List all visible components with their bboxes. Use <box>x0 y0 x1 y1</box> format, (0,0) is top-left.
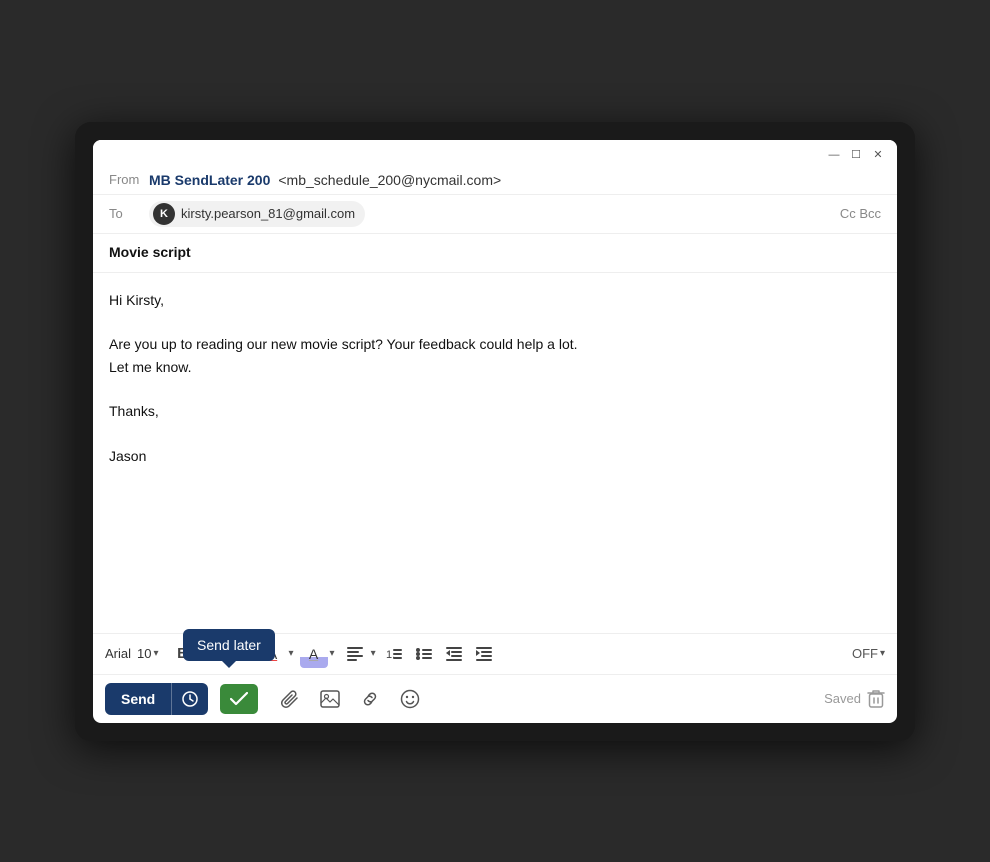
recipient-email: kirsty.pearson_81@gmail.com <box>181 206 355 221</box>
maximize-button[interactable]: ☐ <box>849 148 863 162</box>
body-line1: Are you up to reading our new movie scri… <box>109 333 881 355</box>
delete-button[interactable] <box>867 689 885 709</box>
window-shadow: — ☐ ✕ From MB SendLater 200 <mb_schedule… <box>75 122 915 741</box>
align-button[interactable] <box>341 640 369 668</box>
body-line2: Let me know. <box>109 356 881 378</box>
off-label: OFF <box>852 646 878 661</box>
title-bar-controls: — ☐ ✕ <box>827 148 885 162</box>
send-button-group: Send <box>105 683 208 715</box>
unordered-list-button[interactable] <box>410 640 438 668</box>
recipient-chip[interactable]: K kirsty.pearson_81@gmail.com <box>149 201 365 227</box>
to-row: To K kirsty.pearson_81@gmail.com Cc Bcc <box>93 194 897 233</box>
subject-row: Movie script <box>93 233 897 273</box>
indent-increase-button[interactable] <box>470 640 498 668</box>
send-label: Send <box>121 691 155 707</box>
font-name-label: Arial <box>105 646 131 661</box>
send-clock-button[interactable] <box>171 683 208 715</box>
close-button[interactable]: ✕ <box>871 148 885 162</box>
align-dropdown-icon[interactable]: ▾ <box>371 648 376 659</box>
sender-name: MB SendLater 200 <box>149 172 270 188</box>
send-row: Send later Send <box>93 674 897 723</box>
from-row: From MB SendLater 200 <mb_schedule_200@n… <box>93 166 897 194</box>
font-size-dropdown-icon[interactable]: ▾ <box>153 648 158 659</box>
send-button[interactable]: Send <box>105 683 171 715</box>
email-body[interactable]: Hi Kirsty, Are you up to reading our new… <box>93 273 897 633</box>
link-button[interactable] <box>354 683 386 715</box>
highlight-dropdown-icon[interactable]: ▾ <box>330 648 335 659</box>
attach-button[interactable] <box>274 683 306 715</box>
highlight-button[interactable]: A <box>300 640 328 668</box>
email-window: — ☐ ✕ From MB SendLater 200 <mb_schedule… <box>93 140 897 723</box>
font-size-label: 10 ▾ <box>137 646 159 661</box>
body-signature: Jason <box>109 445 881 467</box>
subject-text: Movie script <box>109 244 191 260</box>
body-sign-off: Thanks, <box>109 400 881 422</box>
check-button[interactable] <box>220 684 258 714</box>
send-later-tooltip: Send later <box>183 629 275 661</box>
cc-bcc-button[interactable]: Cc Bcc <box>840 206 881 221</box>
saved-label: Saved <box>824 691 861 706</box>
indent-decrease-button[interactable] <box>440 640 468 668</box>
off-dropdown-icon[interactable]: ▾ <box>880 648 885 659</box>
emoji-button[interactable] <box>394 683 426 715</box>
avatar: K <box>153 203 175 225</box>
sender-email: <mb_schedule_200@nycmail.com> <box>278 172 501 188</box>
font-color-dropdown-icon[interactable]: ▾ <box>289 648 294 659</box>
off-badge[interactable]: OFF ▾ <box>852 646 885 661</box>
from-label: From <box>109 172 141 187</box>
send-actions <box>274 683 426 715</box>
saved-area: Saved <box>824 689 885 709</box>
image-button[interactable] <box>314 683 346 715</box>
body-greeting: Hi Kirsty, <box>109 289 881 311</box>
to-label: To <box>109 206 141 221</box>
minimize-button[interactable]: — <box>827 148 841 162</box>
ordered-list-button[interactable]: 1. <box>380 640 408 668</box>
send-later-tooltip-label: Send later <box>197 637 261 653</box>
title-bar: — ☐ ✕ <box>93 140 897 166</box>
